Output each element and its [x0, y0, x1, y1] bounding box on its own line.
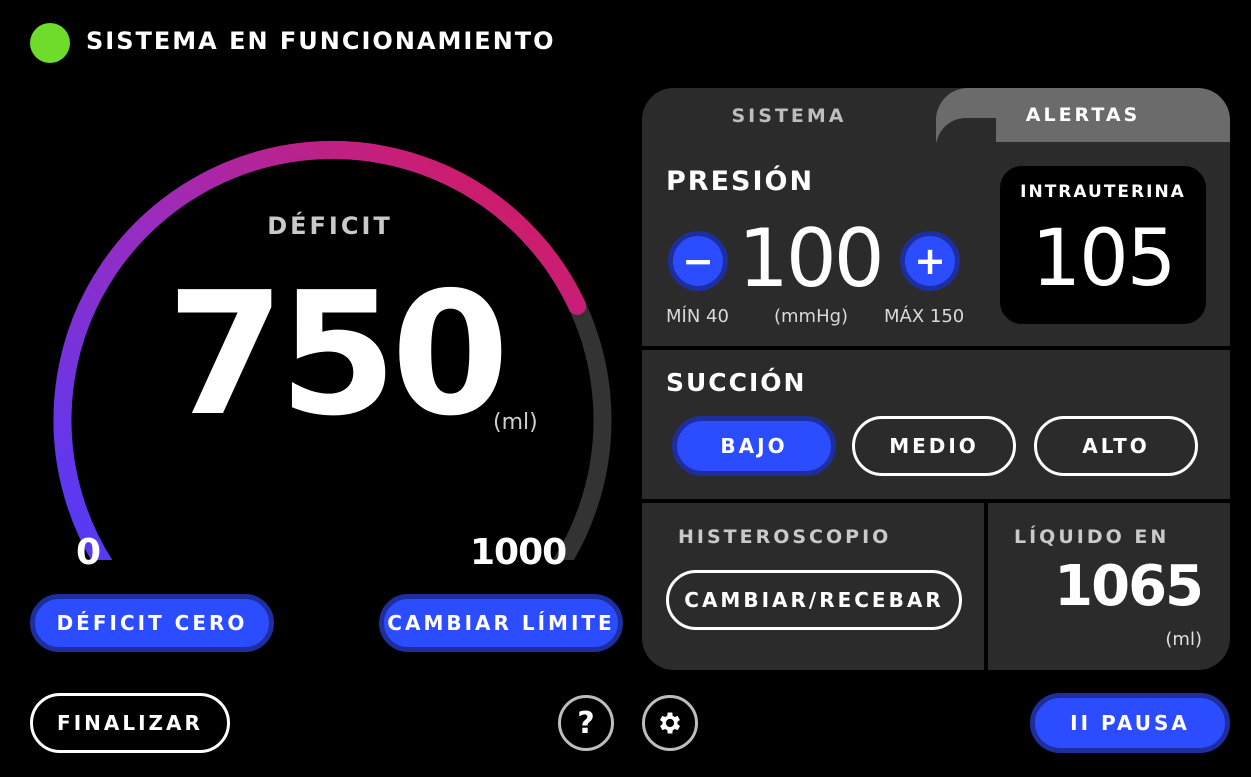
suction-low-button[interactable]: BAJO: [672, 416, 836, 476]
control-panel: ALERTAS SISTEMA PRESIÓN − 100 + MÍN 40 (…: [642, 88, 1230, 670]
pressure-value: 100: [738, 212, 885, 305]
pressure-decrease-button[interactable]: −: [668, 231, 728, 291]
gauge-min-label: 0: [76, 532, 102, 573]
suction-medium-button[interactable]: MEDIO: [852, 416, 1016, 476]
change-limit-button[interactable]: CAMBIAR LÍMITE: [379, 594, 623, 652]
intrauterine-label: INTRAUTERINA: [1020, 182, 1186, 202]
plus-icon: +: [914, 239, 946, 283]
divider: [984, 499, 988, 670]
divider: [642, 499, 1230, 503]
minus-icon: −: [682, 239, 714, 283]
pause-button[interactable]: II PAUSA: [1030, 693, 1230, 753]
fluid-in-unit: (ml): [1165, 629, 1202, 650]
tab-system[interactable]: SISTEMA: [642, 88, 936, 144]
pressure-increase-button[interactable]: +: [900, 231, 960, 291]
intrauterine-value: 105: [1031, 214, 1177, 304]
deficit-label: DÉFICIT: [267, 212, 393, 240]
pressure-unit: (mmHg): [774, 306, 849, 327]
deficit-unit: (ml): [493, 410, 538, 435]
suction-high-button[interactable]: ALTO: [1034, 416, 1198, 476]
deficit-value: 750: [166, 256, 510, 454]
pressure-max-label: MÁX 150: [884, 306, 965, 327]
help-button[interactable]: ?: [558, 695, 614, 751]
status-indicator-icon: [30, 23, 70, 63]
fluid-in-label: LÍQUIDO EN: [1014, 526, 1170, 548]
intrauterine-box: INTRAUTERINA 105: [1000, 166, 1206, 324]
change-reprime-button[interactable]: CAMBIAR/RECEBAR: [666, 570, 962, 630]
settings-button[interactable]: [642, 695, 698, 751]
gear-icon: [659, 712, 681, 734]
help-icon: ?: [577, 705, 595, 741]
gauge-max-label: 1000: [470, 532, 567, 573]
suction-title: SUCCIÓN: [666, 368, 807, 397]
finish-button[interactable]: FINALIZAR: [30, 693, 230, 753]
status-text: SISTEMA EN FUNCIONAMIENTO: [86, 27, 556, 55]
fluid-in-value: 1065: [1054, 554, 1204, 619]
pressure-min-label: MÍN 40: [666, 306, 729, 327]
pressure-title: PRESIÓN: [666, 166, 815, 197]
divider: [642, 346, 1230, 350]
hysteroscope-label: HISTEROSCOPIO: [678, 526, 892, 548]
deficit-zero-button[interactable]: DÉFICIT CERO: [30, 594, 274, 652]
